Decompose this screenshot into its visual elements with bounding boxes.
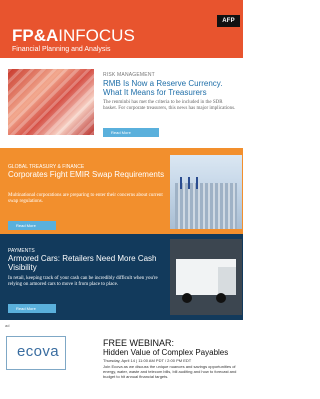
read-more-button[interactable]: Read More: [8, 221, 56, 230]
eu-building-image[interactable]: [170, 155, 242, 229]
ad-body: Join Ecova as we discuss the unique nuan…: [103, 364, 237, 379]
rmb-banknotes-image[interactable]: [8, 69, 94, 135]
newsletter-header: AFP FP&AINFOCUS Financial Planning and A…: [0, 0, 243, 58]
ecova-logo-text: ecova: [17, 343, 60, 360]
article-rmb: RISK MANAGEMENT RMB Is Now a Reserve Cur…: [0, 58, 243, 148]
armored-truck-image[interactable]: [170, 239, 242, 315]
newsletter: AFP FP&AINFOCUS Financial Planning and A…: [0, 0, 243, 399]
article-description: The renminbi has met the criteria to be …: [103, 100, 236, 111]
ad-date: Thursday, April 14 | 11:00 AM PDT / 2:00…: [103, 358, 192, 363]
article-description: Multinational corporations are preparing…: [8, 193, 163, 204]
brand-subtitle: Financial Planning and Analysis: [12, 46, 111, 53]
building-facade: [175, 183, 237, 229]
webinar-ad[interactable]: FREE WEBINAR: Hidden Value of Complex Pa…: [103, 338, 241, 379]
article-title[interactable]: Corporates Fight EMIR Swap Requirements: [8, 170, 168, 179]
brand-fpa: FP&A: [12, 26, 59, 45]
truck-cab: [218, 267, 236, 295]
article-title[interactable]: Armored Cars: Retailers Need More Cash V…: [8, 254, 168, 272]
flag-pole: [196, 177, 198, 189]
read-more-button[interactable]: Read More: [8, 304, 56, 313]
afp-logo: AFP: [217, 15, 240, 27]
brand-title: FP&AINFOCUS: [12, 27, 135, 45]
article-emir: GLOBAL TREASURY & FINANCE Corporates Fig…: [0, 148, 243, 234]
article-category: RISK MANAGEMENT: [103, 72, 155, 78]
flag-pole: [188, 177, 190, 189]
flag-pole: [180, 177, 182, 189]
ad-title-line1: FREE WEBINAR:: [103, 338, 175, 348]
truck-wheel: [182, 293, 192, 303]
ad-title-line2: Hidden Value of Complex Payables: [103, 348, 229, 357]
article-title[interactable]: RMB Is Now a Reserve Currency. What It M…: [103, 79, 237, 97]
ad-tag: ad: [5, 323, 10, 328]
article-armored-cars: PAYMENTS Armored Cars: Retailers Need Mo…: [0, 234, 243, 320]
ecova-logo[interactable]: ecova: [6, 336, 66, 370]
truck-wheel: [216, 293, 226, 303]
article-description: In retail, keeping track of your cash ca…: [8, 276, 158, 287]
read-more-button[interactable]: Read More: [103, 128, 159, 137]
brand-infocus: INFOCUS: [58, 26, 135, 45]
